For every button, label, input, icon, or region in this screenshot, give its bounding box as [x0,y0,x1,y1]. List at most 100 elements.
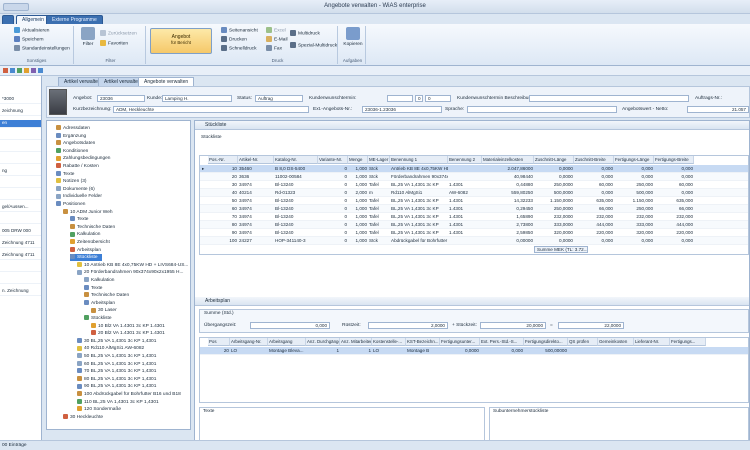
arbeitsplan-column-header[interactable]: Gemeinkosten [598,338,634,346]
stueckliste-row[interactable]: ▸ 10 35460 B 8,0 DS-5400 0 1,000 Stck Antrieb K… [200,165,748,173]
tree-node[interactable]: 40 Rd110 AlMgSi1 AW-6082 [77,345,144,352]
tree-node[interactable]: 30 Laser [91,307,117,314]
tree-node[interactable]: Arbeitsplan [70,246,101,254]
kurzbez-field[interactable]: ADM, Heckleuchte [113,106,309,113]
tree-node[interactable]: Rabatte / Kosten [56,163,99,170]
schnelldruck-button[interactable]: Schnelldruck [221,45,256,51]
stueckliste-column-header[interactable]: Zuschnitt-Breite [574,156,614,164]
arbeitsplan-column-header[interactable]: QS prüfen [568,338,598,346]
tree-node[interactable]: Technische Daten [84,292,129,299]
tree-node[interactable]: Stückliste [70,254,102,262]
tree-node[interactable]: 20 Bl2 VA 1.4301 3c KP 1.4301 [91,330,165,337]
stueckliste-row[interactable]: 20 3636 11002-00584 0 1,000 Stck Förderbandrah… [200,173,748,181]
toolbar-icon-4[interactable] [24,68,29,73]
aktualisieren-button[interactable]: Aktualisieren [14,27,49,33]
tree-node[interactable]: Individuelle Felder [56,193,102,200]
tree-node[interactable]: Arbeitsplan [84,300,115,307]
arbeitsplan-column-header[interactable]: Pos [208,338,230,346]
favoriten-button[interactable]: Favoriten [100,40,128,46]
tree-node[interactable]: 30 BL,25 VA 1,4301 3c KP 1,4301 [77,338,156,345]
left-list-item[interactable] [0,216,41,224]
stueckliste-column-header[interactable]: Variante-Nr. [318,156,348,164]
tree-node[interactable]: 10 Bl2 VA 1.4301 3c KP 1.4301 [91,322,165,330]
left-list-item[interactable]: *3000 [0,96,41,104]
doc-tab-angebote[interactable]: Angebote verwalten [138,77,195,86]
left-list-item[interactable]: n. Zeichnung [0,288,41,296]
spezial-multidruck-button[interactable]: Spezial-Multidruck [290,42,337,48]
stueckliste-row[interactable]: 60 34974 Bl-13240 0 1,000 Tafel BL,25 VA 1,430… [200,205,748,213]
arbeitsplan-column-header[interactable]: Ext. Pers.-Std.-S... [480,338,524,346]
stueckliste-row[interactable]: 70 34974 Bl-13240 0 1,000 Tafel BL,25 VA 1,430… [200,213,748,221]
kunde-field[interactable]: Lamping H. [162,95,232,102]
tree-node[interactable]: 70 BL,25 VA 1,4301 3c KP 1,4301 [77,368,156,375]
fax-button[interactable]: Fax [266,45,282,51]
arbeitsplan-column-header[interactable]: Anz. Durchgänge [306,338,340,346]
stueckliste-column-header[interactable]: Artikel-Nr. [238,156,274,164]
left-list-item[interactable]: 005 DRW 000 [0,228,41,236]
tree-node[interactable]: Technische Daten [70,224,115,231]
arbeitsplan-column-header[interactable]: Fertigungsdirekto... [524,338,568,346]
stueckliste-column-header[interactable]: Pos.-Nr. [208,156,238,164]
tree-node[interactable]: Texte [56,170,74,178]
stueckliste-column-header[interactable]: Benennung 1 [390,156,448,164]
filter-button[interactable]: Filter [79,27,97,47]
kopieren-button[interactable]: Kopieren [342,27,364,47]
left-list-item[interactable] [0,132,41,140]
standardeinstellungen-button[interactable]: Standardeinstellungen [14,45,70,51]
stueckliste-row[interactable]: 30 34974 Bl-13240 0 1,000 Tafel BL,25 VA 1,430… [200,181,748,189]
arbeitsplan-row[interactable]: 20 LO Montage Bleva... 1 1 LO Montage B 0,0000 0… [200,347,748,355]
tree-node[interactable]: Adressdaten [56,125,90,132]
tree-node[interactable]: 30 Heckleuchte [63,414,103,421]
stueckliste-column-header[interactable]: ME-Lager [368,156,390,164]
sprache-field[interactable] [467,106,617,113]
tree-node[interactable]: 20 Förderbandrahmen 90x374x90x2x1955 H..… [77,269,183,276]
toolbar-icon-6[interactable] [38,68,43,73]
tree-node[interactable]: Angebotsdaten [56,140,95,147]
left-list-item[interactable]: gel/Aussen... [0,204,41,212]
toolbar-icon-3[interactable] [17,68,22,73]
arbeitsplan-column-header[interactable]: Kostenstelle-... [372,338,406,346]
tree-node[interactable]: 50 BL,25 VA 1,4301 3c KP 1,4301 [77,353,156,360]
file-menu-tab[interactable] [2,15,14,24]
left-list-item[interactable]: ng [0,168,41,176]
tree-node[interactable]: 90 BL,25 VA 1,4301 3c KP 1,4301 [77,383,156,390]
tree-node[interactable]: Zahlungsbedingungen [56,155,110,162]
left-list-item[interactable]: en [0,120,41,128]
tree-node[interactable]: 10 Antrieb KB 8E 4x0,75KW HD + LIVS684-U… [77,262,188,269]
stueckliste-row[interactable]: 100 24227 HOP-341140-3 0 1,000 Stck Abdrückgab… [200,237,748,245]
tree-node[interactable]: 110 BL,25 VA 1,4301 3c KP 1,4301 [77,398,159,406]
stueckliste-row[interactable]: 90 34974 Bl-13240 0 1,000 Tafel BL,25 VA 1,430… [200,229,748,237]
arbeitsplan-column-header[interactable]: Arbeitsgang-Nr. [230,338,268,346]
angebot-report-selector[interactable]: Angebot für Bericht [150,28,212,54]
stueckliste-column-header[interactable]: Benennung 2 [448,156,482,164]
seitenansicht-button[interactable]: Seitenansicht [221,27,258,33]
left-list-item[interactable] [0,180,41,188]
tree-node[interactable]: 10 ADM Junior Weh [63,208,113,216]
multidruck-button[interactable]: Multidruck [290,30,320,36]
arbeitsplan-column-header[interactable]: Anz. Mitarbeiter [340,338,372,346]
arbeitsplan-column-header[interactable]: Arbeitsgang [268,338,306,346]
tree-node[interactable]: 120 Sondermaße [77,406,121,413]
arbeitsplan-column-header[interactable]: KST-Bezeichn... [406,338,440,346]
tree-node[interactable]: 100 Abdrückgabel für Bohrfutter B16 und … [77,391,181,398]
stueckliste-column-header[interactable]: Katalog-Nr. [274,156,318,164]
tree-node[interactable]: Dokumente (6) [56,186,95,193]
tree-node[interactable]: 60 BL,25 VA 1,4301 3c KP 1,4301 [77,360,156,368]
tree-node[interactable]: Texte [70,216,88,223]
drucken-button[interactable]: Drucken [221,36,247,42]
stueckliste-column-header[interactable]: Zuschnitt-Länge [534,156,574,164]
tab-allgemein[interactable]: Allgemein [16,15,50,24]
tree-node[interactable]: Texte [84,284,102,292]
zuruecksetzen-button[interactable]: Zurücksetzen [100,30,137,36]
status-field[interactable]: Auftrag [255,95,303,102]
tree-node[interactable]: Notizen (3) [56,178,86,185]
email-button[interactable]: E-Mail [266,36,288,42]
arbeitsplan-column-header[interactable]: Fertigungs... [670,338,706,346]
toolbar-icon-5[interactable] [31,68,36,73]
stueckliste-row[interactable]: 80 34974 Bl-13240 0 1,000 Tafel BL,25 VA 1,430… [200,221,748,229]
qty1-field[interactable]: 0 [415,95,423,102]
tree-node[interactable]: Kalkulation [84,277,114,284]
left-list-item[interactable] [0,144,41,152]
tab-externe-programme[interactable]: Externe Programme [46,15,103,24]
stueckliste-column-header[interactable]: Materialeinzelkosten [482,156,534,164]
